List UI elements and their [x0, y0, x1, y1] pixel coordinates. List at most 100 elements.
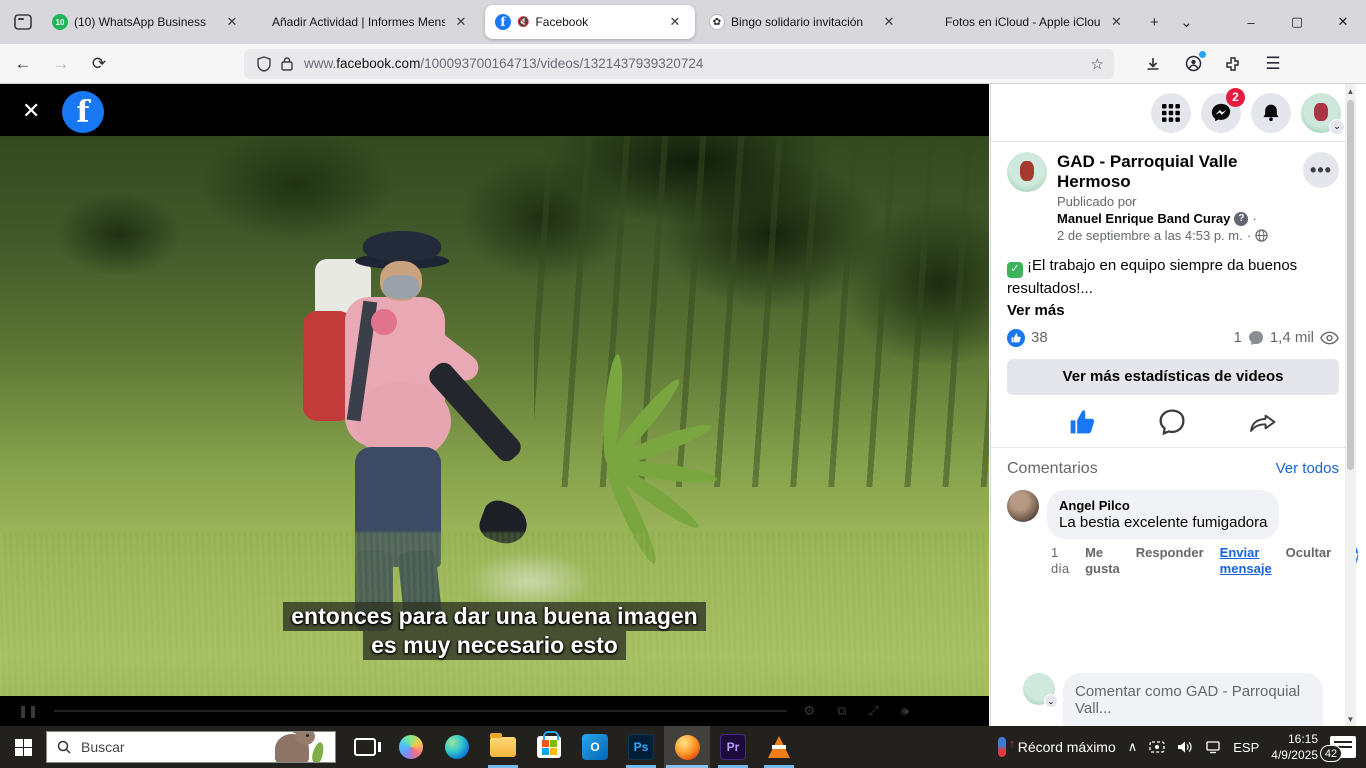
language-indicator[interactable]: ESP — [1233, 740, 1259, 755]
composer-avatar[interactable]: ⌄ — [1023, 673, 1055, 705]
photoshop-button[interactable]: Ps — [618, 726, 664, 768]
comment-like-link[interactable]: Me gusta — [1085, 545, 1120, 578]
facebook-logo[interactable]: f — [62, 91, 104, 133]
see-more-link[interactable]: Ver más — [1007, 302, 1339, 319]
page-avatar[interactable] — [1007, 152, 1047, 192]
reload-button[interactable]: ⟳ — [84, 49, 114, 79]
tab-title: Bingo solidario invitación — [731, 15, 873, 29]
tab-icloud[interactable]: Fotos en iCloud - Apple iClou ✕ — [913, 5, 1136, 39]
new-tab-button[interactable]: + — [1140, 8, 1168, 36]
composer-identity-chevron-icon[interactable]: ⌄ — [1044, 694, 1058, 708]
settings-gear-icon[interactable]: ⚙ — [803, 703, 815, 719]
pause-icon[interactable]: ❚❚ — [18, 704, 38, 718]
view-count[interactable]: 1,4 mil — [1270, 329, 1314, 346]
task-view-button[interactable] — [342, 726, 388, 768]
firefox-view-icon[interactable] — [8, 7, 38, 37]
video-progress-bar[interactable] — [54, 710, 787, 712]
tab-bingo[interactable]: ✿ Bingo solidario invitación ✕ — [699, 5, 909, 39]
video-controls-bar[interactable]: ❚❚ ⚙ ⧉ ⤢ 🕪 — [0, 696, 989, 726]
weather-thermometer-icon[interactable] — [998, 737, 1006, 757]
edge-icon — [445, 735, 469, 759]
shield-icon[interactable] — [257, 56, 271, 72]
copilot-button[interactable] — [388, 726, 434, 768]
apps-grid-icon[interactable] — [1151, 93, 1191, 133]
subtitle-line-1: entonces para dar una buena imagen — [283, 602, 705, 631]
post-date[interactable]: 2 de septiembre a las 4:53 p. m. — [1057, 228, 1243, 243]
like-count[interactable]: 38 — [1031, 329, 1048, 346]
tab-close-icon[interactable]: ✕ — [222, 12, 242, 32]
like-button-icon[interactable] — [1069, 409, 1095, 435]
share-button-icon[interactable] — [1249, 409, 1277, 435]
profile-avatar[interactable]: ⌄ — [1301, 93, 1341, 133]
notifications-bell-icon[interactable] — [1251, 93, 1291, 133]
tab-muted-speaker-icon[interactable]: 🔇 — [517, 17, 529, 28]
forward-button[interactable]: → — [46, 49, 76, 79]
vlc-button[interactable] — [756, 726, 802, 768]
back-button[interactable]: ← — [8, 49, 38, 79]
video-stats-button[interactable]: Ver más estadísticas de videos — [1007, 359, 1339, 395]
downloads-icon[interactable] — [1138, 49, 1168, 79]
comment-count[interactable]: 1 — [1233, 329, 1241, 346]
action-center-icon[interactable]: 42 — [1330, 736, 1356, 758]
globe-privacy-icon — [1255, 229, 1268, 242]
network-icon[interactable] — [1205, 740, 1221, 754]
comment-button-icon[interactable] — [1159, 409, 1185, 435]
page-scrollbar[interactable]: ▲ ▼ — [1345, 84, 1356, 726]
fullscreen-icon[interactable]: ⤢ — [868, 703, 878, 719]
like-reaction-icon[interactable] — [1007, 329, 1025, 347]
page-name[interactable]: GAD - Parroquial Valle Hermoso — [1057, 152, 1303, 192]
scroll-down-arrow[interactable]: ▼ — [1345, 712, 1356, 726]
comment-hide-link[interactable]: Ocultar — [1286, 545, 1332, 560]
commenter-name[interactable]: Angel Pilco — [1059, 498, 1267, 513]
post-options-icon[interactable]: ••• — [1303, 152, 1339, 188]
url-text[interactable]: www.facebook.com/100093700164713/videos/… — [304, 56, 1091, 71]
minimize-button[interactable]: – — [1228, 0, 1274, 44]
tab-close-icon[interactable]: ✕ — [665, 12, 685, 32]
firefox-button[interactable] — [664, 726, 710, 768]
start-button[interactable] — [0, 726, 46, 768]
comment-reply-link[interactable]: Responder — [1136, 545, 1204, 560]
scroll-up-arrow[interactable]: ▲ — [1345, 84, 1356, 98]
close-window-button[interactable]: ✕ — [1320, 0, 1366, 44]
weather-label[interactable]: Récord máximo — [1018, 739, 1116, 755]
post-text-content: ¡El trabajo en equipo siempre da buenos … — [1007, 257, 1297, 297]
see-all-comments-link[interactable]: Ver todos — [1276, 460, 1339, 477]
maximize-button[interactable]: ▢ — [1274, 0, 1320, 44]
screen-record-icon[interactable] — [1149, 740, 1165, 754]
hamburger-menu-icon[interactable]: ☰ — [1258, 49, 1288, 79]
tab-close-icon[interactable]: ✕ — [879, 12, 899, 32]
edge-button[interactable] — [434, 726, 480, 768]
commenter-avatar[interactable] — [1007, 490, 1039, 522]
messenger-icon[interactable]: 2 — [1201, 93, 1241, 133]
video-close-icon[interactable]: ✕ — [22, 98, 40, 124]
file-explorer-button[interactable] — [480, 726, 526, 768]
bookmark-star-icon[interactable]: ☆ — [1091, 55, 1104, 73]
tab-close-icon[interactable]: ✕ — [451, 12, 471, 32]
tab-whatsapp[interactable]: 10 (10) WhatsApp Business ✕ — [42, 5, 252, 39]
scrollbar-thumb[interactable] — [1347, 100, 1354, 470]
outlook-button[interactable]: O — [572, 726, 618, 768]
video-player[interactable]: ✕ f — [0, 84, 989, 726]
account-chevron-icon[interactable]: ⌄ — [1329, 119, 1345, 135]
premiere-button[interactable]: Pr — [710, 726, 756, 768]
extensions-puzzle-icon[interactable] — [1218, 49, 1248, 79]
video-frame[interactable]: entonces para dar una buena imagen es mu… — [0, 136, 989, 702]
lock-icon[interactable] — [281, 56, 293, 71]
tab-informes[interactable]: Añadir Actividad | Informes Mens ✕ — [256, 5, 481, 39]
author-name[interactable]: Manuel Enrique Band Curay — [1057, 211, 1230, 226]
comment-send-message-link[interactable]: Enviar mensaje — [1220, 545, 1270, 578]
tab-close-icon[interactable]: ✕ — [1106, 12, 1126, 32]
microsoft-store-button[interactable] — [526, 726, 572, 768]
post-section: GAD - Parroquial Valle Hermoso Publicado… — [991, 142, 1355, 447]
tray-expand-caret-icon[interactable]: ∧ — [1128, 739, 1138, 755]
taskbar-search-input[interactable]: Buscar — [46, 731, 336, 763]
clock[interactable]: 16:15 4/9/2025 — [1271, 731, 1318, 763]
pip-icon[interactable]: ⧉ — [837, 703, 846, 719]
post-sidebar: 2 ⌄ GAD - Parroquial Valle Hermoso Publi… — [990, 84, 1355, 726]
volume-icon[interactable]: 🕪 — [901, 703, 909, 719]
volume-speaker-icon[interactable] — [1177, 740, 1193, 754]
tab-facebook-active[interactable]: f 🔇 Facebook ✕ — [485, 5, 695, 39]
tab-list-dropdown[interactable]: ⌄ — [1172, 8, 1200, 36]
account-icon[interactable] — [1178, 49, 1208, 79]
url-bar[interactable]: www.facebook.com/100093700164713/videos/… — [244, 49, 1114, 79]
